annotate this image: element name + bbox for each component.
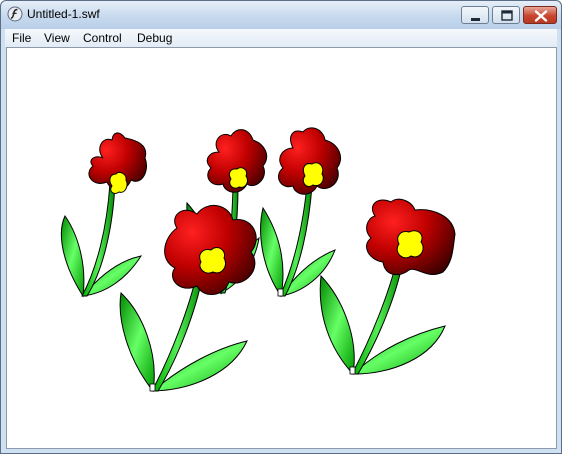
maximize-icon — [501, 10, 513, 21]
menu-bar: File View Control Debug — [5, 29, 557, 47]
menu-view[interactable]: View — [44, 30, 70, 46]
close-icon — [534, 10, 548, 22]
menu-file[interactable]: File — [12, 30, 31, 46]
title-bar[interactable]: Untitled-1.swf — [1, 1, 561, 29]
flower-plant — [60, 132, 147, 298]
window-title: Untitled-1.swf — [27, 7, 100, 21]
flower-plant — [319, 198, 456, 376]
menu-control[interactable]: Control — [83, 30, 122, 46]
close-button[interactable] — [523, 6, 557, 24]
minimize-icon — [471, 18, 480, 21]
maximize-button[interactable] — [492, 6, 520, 24]
flash-stage[interactable] — [6, 47, 557, 449]
flash-icon[interactable] — [7, 6, 23, 22]
app-window: Untitled-1.swf File View Control Debug — [0, 0, 562, 454]
menu-debug[interactable]: Debug — [137, 30, 172, 46]
flower-plant — [260, 127, 341, 298]
flowers-artwork — [60, 127, 456, 393]
minimize-button[interactable] — [461, 6, 489, 24]
flower-plant — [119, 205, 257, 393]
